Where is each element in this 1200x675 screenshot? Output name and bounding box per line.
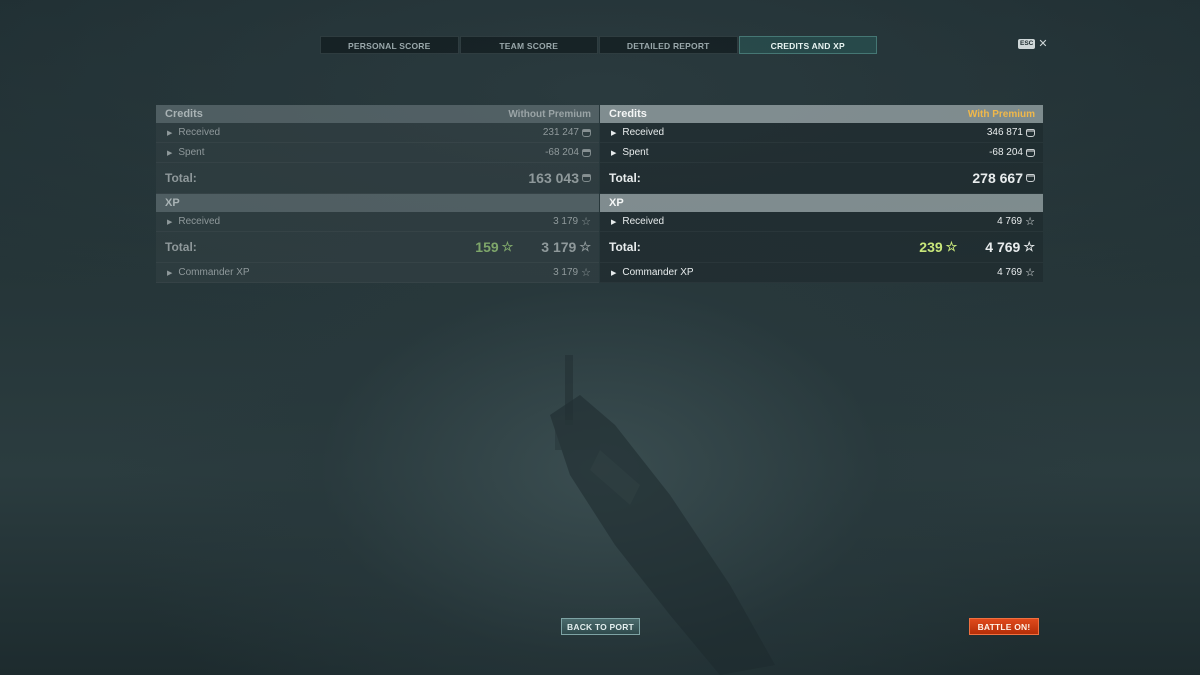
credits-icon — [582, 128, 591, 137]
triangle-right-icon: ▶ — [167, 218, 173, 226]
credits-icon — [582, 148, 591, 157]
star-icon: ☆ — [581, 215, 591, 228]
credits-icon — [1026, 174, 1035, 182]
triangle-right-icon: ▶ — [611, 269, 617, 277]
total-label: Total: — [165, 171, 197, 185]
commander-xp-row[interactable]: ▶ Commander XP 3 179 ☆ — [156, 263, 599, 283]
xp-total-row: Total: 239 ☆ 4 769 ☆ — [600, 232, 1043, 263]
received-value: 346 871 — [986, 127, 1023, 138]
credits-header: Credits Without Premium — [156, 105, 599, 123]
credits-total-value: 163 043 — [528, 170, 579, 186]
triangle-right-icon: ▶ — [611, 218, 617, 226]
xp-header: XP — [156, 194, 599, 212]
received-value: 231 247 — [542, 127, 579, 138]
spent-value: -68 204 — [545, 147, 579, 158]
back-to-port-button[interactable]: BACK TO PORT — [561, 618, 640, 635]
mode-label: Without Premium — [508, 108, 591, 120]
credits-icon — [1026, 128, 1035, 137]
tab-bar: PERSONAL SCORE TEAM SCORE DETAILED REPOR… — [320, 36, 878, 54]
xp-title: XP — [165, 197, 180, 209]
commander-xp-row[interactable]: ▶ Commander XP 4 769 ☆ — [600, 263, 1043, 283]
without-premium-panel: Credits Without Premium ▶ Received 231 24… — [156, 105, 599, 283]
premium-bonus-xp: 159 — [475, 239, 499, 255]
credits-spent-row[interactable]: ▶ Spent -68 204 — [156, 143, 599, 163]
xp-received-value: 4 769 — [997, 216, 1023, 227]
xp-received-value: 3 179 — [553, 216, 579, 227]
spent-value: -68 204 — [989, 147, 1023, 158]
credits-title: Credits — [609, 108, 647, 120]
premium-bonus-xp: 239 — [919, 239, 943, 255]
triangle-right-icon: ▶ — [167, 129, 173, 137]
tab-detailed-report[interactable]: DETAILED REPORT — [599, 36, 738, 54]
star-icon: ☆ — [1025, 215, 1035, 228]
triangle-right-icon: ▶ — [611, 149, 617, 157]
close-icon: ✕ — [1038, 38, 1048, 50]
battle-on-button[interactable]: BATTLE ON! — [969, 618, 1039, 635]
credits-title: Credits — [165, 108, 203, 120]
total-label: Total: — [609, 171, 641, 185]
xp-total-label: Total: — [165, 240, 197, 254]
xp-title: XP — [609, 197, 624, 209]
credits-total-row: Total: 278 667 — [600, 163, 1043, 194]
credits-icon — [1026, 148, 1035, 157]
triangle-right-icon: ▶ — [167, 269, 173, 277]
star-icon: ☆ — [581, 266, 591, 279]
credits-spent-row[interactable]: ▶ Spent -68 204 — [600, 143, 1043, 163]
credits-received-row[interactable]: ▶ Received 346 871 — [600, 123, 1043, 143]
tab-team-score[interactable]: TEAM SCORE — [459, 36, 598, 54]
credits-total-value: 278 667 — [972, 170, 1023, 186]
close-button[interactable]: ESC ✕ — [1018, 38, 1048, 50]
mode-label: With Premium — [967, 108, 1035, 120]
xp-header: XP — [600, 194, 1043, 212]
xp-received-row[interactable]: ▶ Received 4 769 ☆ — [600, 212, 1043, 232]
spent-label: Spent — [178, 147, 205, 158]
credits-icon — [582, 174, 591, 182]
tab-personal-score[interactable]: PERSONAL SCORE — [320, 36, 459, 54]
xp-total-value: 3 179 — [541, 239, 577, 255]
triangle-right-icon: ▶ — [167, 149, 173, 157]
xp-received-label: Received — [178, 216, 221, 227]
esc-key-icon: ESC — [1018, 39, 1036, 49]
with-premium-panel: Credits With Premium ▶ Received 346 871 ▶… — [600, 105, 1043, 283]
received-label: Received — [622, 127, 665, 138]
tab-credits-and-xp[interactable]: CREDITS AND XP — [738, 36, 877, 54]
commander-xp-label: Commander XP — [178, 267, 250, 278]
commander-xp-value: 4 769 — [997, 267, 1023, 278]
star-icon: ☆ — [945, 239, 958, 254]
commander-xp-value: 3 179 — [553, 267, 579, 278]
star-icon: ☆ — [501, 239, 514, 254]
credits-total-row: Total: 163 043 — [156, 163, 599, 194]
star-icon: ☆ — [1025, 266, 1035, 279]
xp-received-label: Received — [622, 216, 665, 227]
xp-received-row[interactable]: ▶ Received 3 179 ☆ — [156, 212, 599, 232]
triangle-right-icon: ▶ — [611, 129, 617, 137]
credits-header: Credits With Premium — [600, 105, 1043, 123]
xp-total-row: Total: 159 ☆ 3 179 ☆ — [156, 232, 599, 263]
star-icon: ☆ — [1023, 239, 1035, 254]
xp-total-label: Total: — [609, 240, 641, 254]
spent-label: Spent — [622, 147, 649, 158]
commander-xp-label: Commander XP — [622, 267, 694, 278]
credits-received-row[interactable]: ▶ Received 231 247 — [156, 123, 599, 143]
xp-total-value: 4 769 — [985, 239, 1021, 255]
received-label: Received — [178, 127, 221, 138]
star-icon: ☆ — [579, 239, 591, 254]
